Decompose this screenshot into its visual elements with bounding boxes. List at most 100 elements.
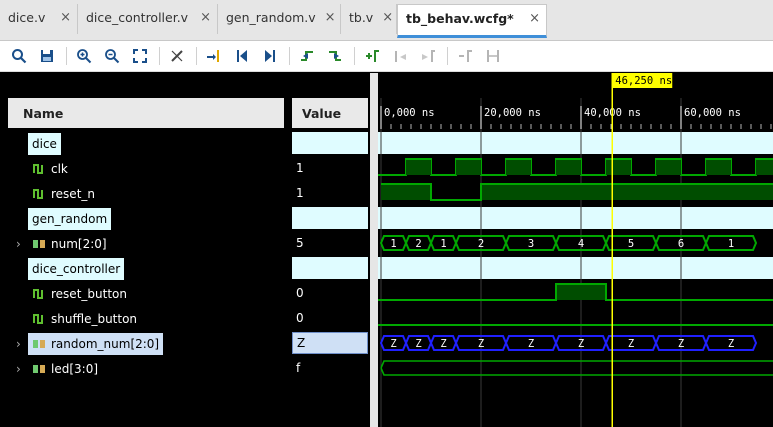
save-button[interactable] — [34, 44, 60, 68]
tab-dice-v[interactable]: dice.v × — [0, 4, 78, 34]
toolbar-separator — [354, 47, 355, 65]
toolbar-separator — [66, 47, 67, 65]
group-row[interactable]: dice — [28, 132, 61, 155]
signal-bus-icon — [32, 337, 46, 351]
clk-high-fill — [456, 160, 481, 175]
tick-label: 60,000 ns — [684, 107, 741, 119]
zoom-out-button[interactable] — [99, 44, 125, 68]
panel-splitter[interactable] — [370, 73, 378, 427]
goto-cursor-button[interactable] — [201, 44, 227, 68]
cursor-time-label: 46,250 ns — [615, 75, 672, 87]
search-button[interactable] — [6, 44, 32, 68]
group-row[interactable]: dice_controller — [28, 257, 125, 280]
random-num-value: Z — [578, 338, 584, 350]
tab-gen-random-v[interactable]: gen_random.v × — [218, 4, 341, 34]
signal-bus-icon — [32, 362, 46, 376]
waveform-canvas[interactable]: 0,000 ns 20,000 ns 40,000 ns 60,000 ns1 2 1 2 3… — [378, 73, 773, 427]
prev-transition-icon — [301, 51, 313, 61]
swap-cursors-button[interactable] — [480, 44, 506, 68]
num-value: 2 — [478, 238, 484, 250]
next-marker-button[interactable] — [415, 44, 441, 68]
zoom-in-button[interactable] — [71, 44, 97, 68]
group-band — [378, 207, 773, 229]
group-row[interactable]: gen_random — [28, 207, 112, 230]
add-marker-button[interactable] — [359, 44, 385, 68]
random-num-value: Z — [390, 338, 396, 350]
signal-row[interactable]: clk — [28, 157, 68, 180]
next-marker-icon — [422, 50, 435, 62]
signal-value: Z — [292, 332, 368, 354]
signal-value: 1 — [296, 161, 304, 175]
reset-button-fill — [556, 285, 606, 300]
goto-end-button[interactable] — [257, 44, 283, 68]
expand-chevron-icon[interactable]: › — [16, 237, 21, 251]
tab-label: dice.v — [8, 10, 46, 25]
waveform-view[interactable]: 0,000 ns 20,000 ns 40,000 ns 60,000 ns 1 2 1 2 3… — [378, 73, 773, 427]
signal-value — [292, 132, 368, 154]
close-icon[interactable]: × — [325, 10, 336, 25]
cursor-button[interactable] — [164, 44, 190, 68]
random-num-value: Z — [528, 338, 534, 350]
signal-value — [292, 207, 368, 229]
signal-name: num[2:0] — [51, 236, 107, 251]
waveform-toolbar — [0, 41, 773, 72]
clk-high-fill — [656, 160, 681, 175]
value-column-header[interactable]: Value — [292, 98, 368, 128]
zoom-fit-icon — [133, 49, 147, 63]
signal-name: random_num[2:0] — [51, 336, 160, 351]
signal-name: reset_button — [51, 286, 127, 301]
editor-tab-bar: dice.v × dice_controller.v × gen_random.v × tb… — [0, 0, 773, 41]
clk-high-fill — [606, 160, 631, 175]
clk-high-fill — [506, 160, 531, 175]
close-icon[interactable]: × — [529, 11, 540, 26]
signal-name: reset_n — [51, 186, 95, 201]
goto-start-button[interactable] — [229, 44, 255, 68]
next-transition-button[interactable] — [322, 44, 348, 68]
name-column-header[interactable]: Name — [8, 98, 284, 128]
signal-bit-icon — [32, 162, 46, 176]
signal-name: shuffle_button — [51, 311, 138, 326]
close-icon[interactable]: × — [200, 10, 211, 25]
toolbar-separator — [159, 47, 160, 65]
signal-row[interactable]: reset_n — [28, 182, 95, 205]
delete-marker-icon — [459, 50, 472, 62]
prev-marker-icon — [395, 51, 406, 62]
close-icon[interactable]: × — [382, 10, 393, 25]
clk-high-fill — [756, 160, 773, 175]
prev-marker-button[interactable] — [387, 44, 413, 68]
tab-tb-v[interactable]: tb.v × — [341, 4, 397, 34]
toolbar-separator — [196, 47, 197, 65]
random-num-value: Z — [478, 338, 484, 350]
tab-label: gen_random.v — [226, 10, 316, 25]
num-value: 6 — [678, 238, 684, 250]
signal-row[interactable]: › led[3:0] — [16, 357, 99, 380]
tick-label: 20,000 ns — [484, 107, 541, 119]
expand-chevron-icon[interactable]: › — [16, 337, 21, 351]
signal-row[interactable]: › random_num[2:0] — [16, 332, 164, 355]
signal-row[interactable]: shuffle_button — [28, 307, 137, 330]
clk-high-fill — [406, 160, 431, 175]
signal-name: gen_random — [32, 211, 108, 226]
reset-n-fill — [481, 185, 773, 200]
tab-tb-behav-wcfg[interactable]: tb_behav.wcfg* × — [397, 4, 547, 38]
reset-n-fill — [381, 185, 431, 200]
num-value: 1 — [440, 238, 446, 250]
zoom-fit-button[interactable] — [127, 44, 153, 68]
signal-row[interactable]: reset_button — [28, 282, 127, 305]
expand-chevron-icon[interactable]: › — [16, 362, 21, 376]
delete-marker-button[interactable] — [452, 44, 478, 68]
group-band — [378, 257, 773, 279]
clk-high-fill — [556, 160, 581, 175]
add-marker-icon — [366, 50, 379, 62]
signal-row[interactable]: › num[2:0] — [16, 232, 107, 255]
random-num-value: Z — [678, 338, 684, 350]
signal-value: 0 — [296, 311, 304, 325]
prev-transition-button[interactable] — [294, 44, 320, 68]
tab-dice-controller-v[interactable]: dice_controller.v × — [78, 4, 218, 34]
close-icon[interactable]: × — [60, 10, 71, 25]
tab-label: tb.v — [349, 10, 374, 25]
swap-cursors-icon — [487, 50, 499, 62]
signal-name: led[3:0] — [51, 361, 99, 376]
num-value: 1 — [728, 238, 734, 250]
toolbar-separator — [289, 47, 290, 65]
